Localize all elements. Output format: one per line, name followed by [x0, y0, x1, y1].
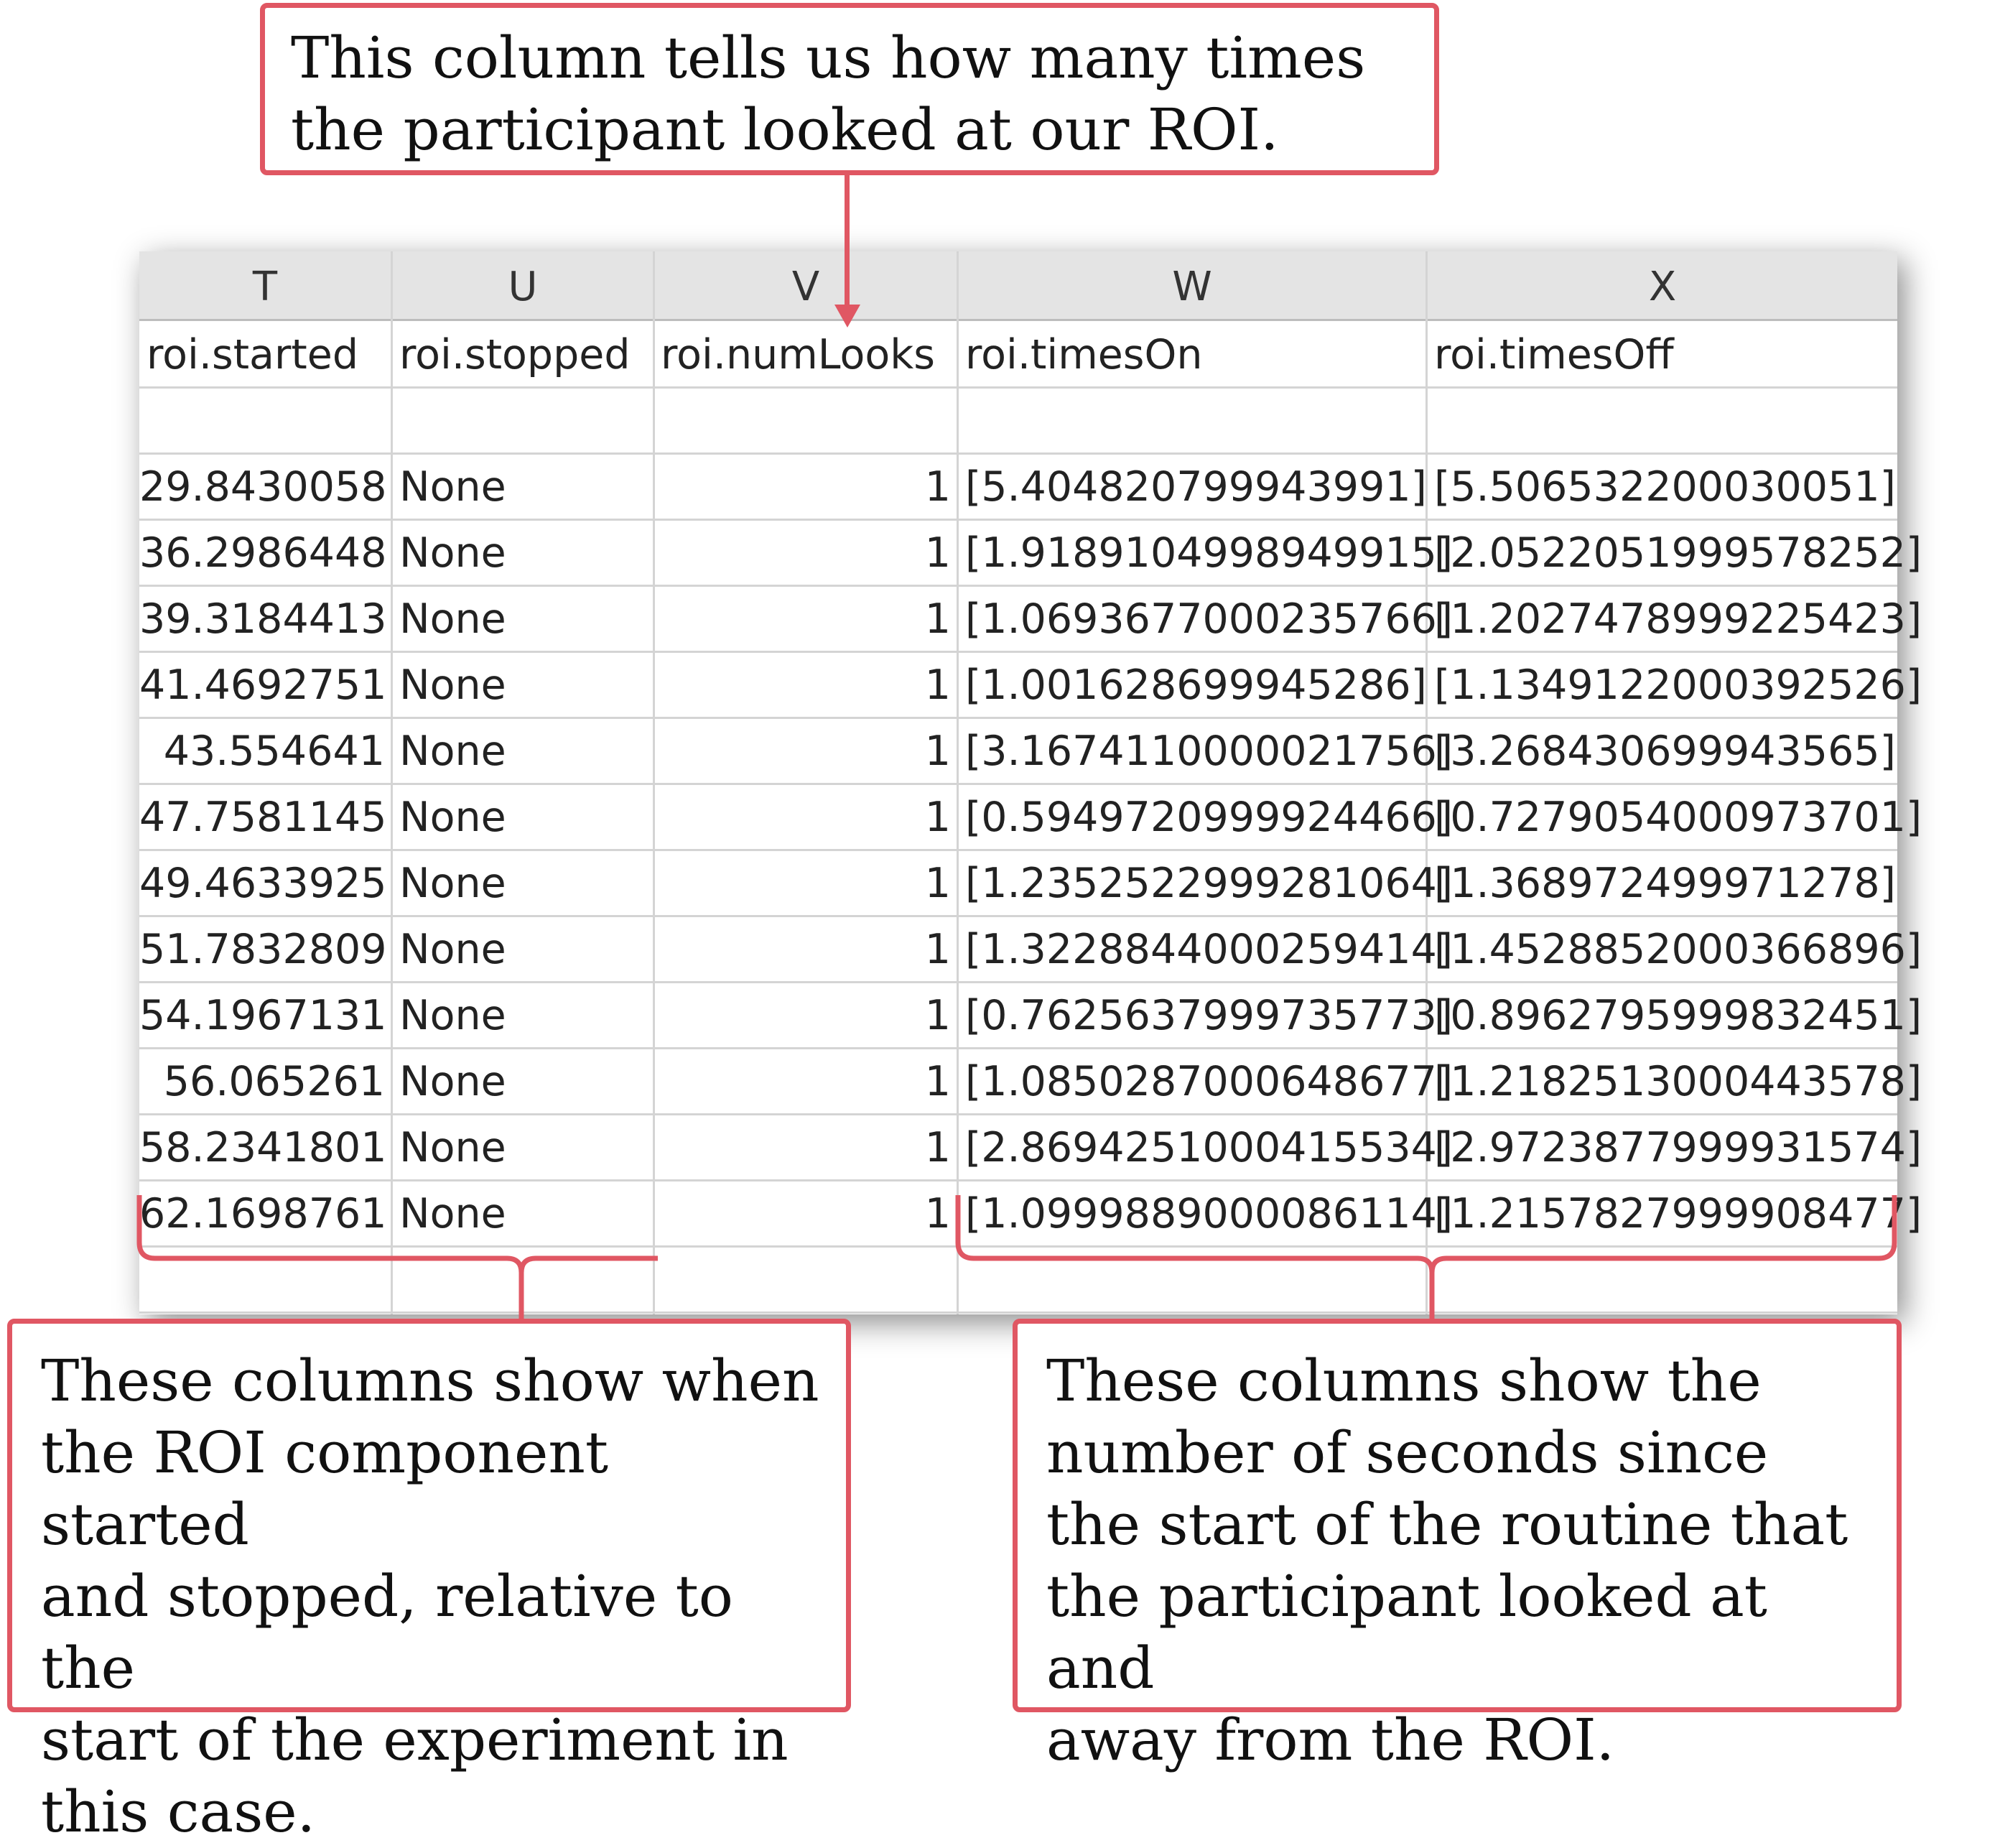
column-letter-w[interactable]: W	[959, 251, 1425, 319]
cell-roi-timeson[interactable]: [1.001628699945286]	[959, 651, 1427, 717]
cell-roi-timeson[interactable]: [1.0693677000235766]	[959, 585, 1453, 651]
cell-roi-timesoff[interactable]: [1.1349122000392526]	[1428, 651, 1922, 717]
callout-timeson-timesoff: These columns show the number of seconds…	[1013, 1319, 1902, 1773]
callout-numlooks: This column tells us how many times the …	[260, 3, 1439, 175]
cell-roi-started[interactable]: 58.2341801	[139, 1113, 391, 1179]
cell-roi-timesoff[interactable]: [2.9723877999931574]	[1428, 1113, 1922, 1179]
bracket-timeson-timesoff	[955, 1195, 1897, 1319]
column-header-row: T U V W X	[139, 251, 1897, 321]
cell-roi-started[interactable]: 51.7832809	[139, 915, 391, 981]
cell-roi-stopped[interactable]: None	[393, 585, 653, 651]
cell-roi-stopped[interactable]: None	[393, 519, 653, 585]
header-roi-numlooks[interactable]: roi.numLooks	[661, 323, 935, 386]
cell-roi-started[interactable]: 54.1967131	[139, 981, 391, 1047]
arrow-head-icon	[834, 305, 860, 328]
cell-roi-timeson[interactable]: [1.0850287000648677]	[959, 1047, 1453, 1113]
cell-roi-stopped[interactable]: None	[393, 915, 653, 981]
cell-roi-timeson[interactable]: [0.7625637999735773]	[959, 981, 1453, 1047]
callout-started-stopped-text: These columns show when the ROI componen…	[41, 1347, 819, 1845]
cell-roi-stopped[interactable]: None	[393, 717, 653, 783]
cell-roi-numlooks[interactable]: 1	[655, 1113, 957, 1179]
cell-roi-timeson[interactable]: [1.2352522999281064]	[959, 849, 1453, 915]
cell-roi-timesoff[interactable]: [1.368972499971278]	[1428, 849, 1897, 915]
cell-roi-numlooks[interactable]: 1	[655, 452, 957, 519]
cell-roi-started[interactable]: 49.4633925	[139, 849, 391, 915]
cell-roi-numlooks[interactable]: 1	[655, 1179, 957, 1245]
spreadsheet: T U V W X roi.started roi.stopped roi.nu…	[139, 251, 1922, 1314]
cell-roi-numlooks[interactable]: 1	[655, 717, 957, 783]
cell-roi-timesoff[interactable]: [1.2182513000443578]	[1428, 1047, 1922, 1113]
cell-roi-started[interactable]: 39.3184413	[139, 585, 391, 651]
cell-roi-started[interactable]: 41.4692751	[139, 651, 391, 717]
cell-roi-timesoff[interactable]: [3.268430699943565]	[1428, 717, 1897, 783]
header-roi-timesoff[interactable]: roi.timesOff	[1434, 323, 1674, 386]
arrow-line	[845, 175, 850, 312]
cell-roi-timeson[interactable]: [1.3228844000259414]	[959, 915, 1453, 981]
cell-roi-timeson[interactable]: [3.1674110000021756]	[959, 717, 1453, 783]
cell-roi-started[interactable]: 36.2986448	[139, 519, 391, 585]
header-roi-started[interactable]: roi.started	[146, 323, 358, 386]
cell-roi-started[interactable]: 47.7581145	[139, 783, 391, 849]
cell-roi-timeson[interactable]: [1.9189104998949915]	[959, 519, 1453, 585]
cell-roi-numlooks[interactable]: 1	[655, 585, 957, 651]
cell-roi-numlooks[interactable]: 1	[655, 651, 957, 717]
cell-roi-numlooks[interactable]: 1	[655, 981, 957, 1047]
cell-roi-stopped[interactable]: None	[393, 849, 653, 915]
header-roi-timeson[interactable]: roi.timesOn	[965, 323, 1202, 386]
callout-started-stopped: These columns show when the ROI componen…	[7, 1319, 851, 1845]
cell-roi-timesoff[interactable]: [5.506532200030051]	[1428, 452, 1897, 519]
cell-roi-started[interactable]: 56.065261	[139, 1047, 391, 1113]
cell-roi-stopped[interactable]: None	[393, 651, 653, 717]
column-letter-t[interactable]: T	[139, 251, 391, 319]
cell-roi-timesoff[interactable]: [0.8962795999832451]	[1428, 981, 1922, 1047]
column-letter-u[interactable]: U	[393, 251, 653, 319]
cell-roi-started[interactable]: 29.8430058	[139, 452, 391, 519]
cell-roi-timeson[interactable]: [2.8694251000415534]	[959, 1113, 1453, 1179]
cell-roi-started[interactable]: 43.554641	[139, 717, 391, 783]
cell-roi-numlooks[interactable]: 1	[655, 783, 957, 849]
cell-roi-stopped[interactable]: None	[393, 1113, 653, 1179]
cell-roi-numlooks[interactable]: 1	[655, 1047, 957, 1113]
cell-roi-timesoff[interactable]: [0.7279054000973701]	[1428, 783, 1922, 849]
column-letter-v[interactable]: V	[655, 251, 957, 319]
callout-timeson-timesoff-text: These columns show the number of seconds…	[1046, 1347, 1848, 1773]
header-roi-stopped[interactable]: roi.stopped	[399, 323, 631, 386]
cell-roi-numlooks[interactable]: 1	[655, 519, 957, 585]
column-letter-x[interactable]: X	[1428, 251, 1897, 319]
grid-horizontal-line	[139, 386, 1897, 389]
cell-roi-timesoff[interactable]: [1.4528852000366896]	[1428, 915, 1922, 981]
cell-roi-timesoff[interactable]: [1.2027478999225423]	[1428, 585, 1922, 651]
cell-roi-numlooks[interactable]: 1	[655, 849, 957, 915]
cell-roi-stopped[interactable]: None	[393, 1047, 653, 1113]
cell-roi-timeson[interactable]: [0.5949720999924466]	[959, 783, 1453, 849]
cell-roi-stopped[interactable]: None	[393, 981, 653, 1047]
bracket-started-stopped	[136, 1195, 658, 1319]
cell-roi-numlooks[interactable]: 1	[655, 915, 957, 981]
cell-roi-timeson[interactable]: [5.404820799943991]	[959, 452, 1427, 519]
cell-roi-stopped[interactable]: None	[393, 452, 653, 519]
cell-roi-timesoff[interactable]: [2.0522051999578252]	[1428, 519, 1922, 585]
callout-numlooks-text: This column tells us how many times the …	[291, 24, 1366, 163]
cell-roi-stopped[interactable]: None	[393, 783, 653, 849]
